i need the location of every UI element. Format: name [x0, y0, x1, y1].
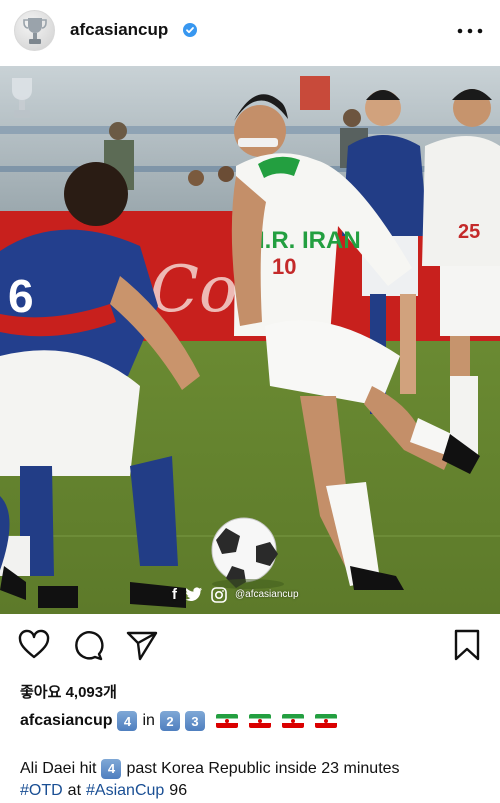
hashtag-asiancup[interactable]: #AsianCup: [86, 780, 164, 802]
player-number: 10: [272, 254, 296, 279]
verified-badge-icon: [183, 23, 197, 37]
caption-body: Ali Daei hit 4 past Korea Republic insid…: [20, 758, 490, 802]
hashtag-otd[interactable]: #OTD: [20, 780, 63, 802]
caption-body-line-1: Ali Daei hit 4 past Korea Republic insid…: [20, 758, 490, 780]
post-header: afcasiancup: [0, 0, 500, 62]
iran-flag-icon: [281, 714, 304, 728]
svg-text:6: 6: [8, 270, 34, 322]
more-dots-icon[interactable]: [456, 24, 484, 38]
keycap-three-emoji: 3: [184, 711, 205, 731]
caption-line1-suffix: past Korea Republic inside 23 minutes: [126, 760, 400, 777]
comment-icon[interactable]: [71, 628, 105, 662]
twitter-icon: [185, 587, 202, 601]
caption-line1-prefix: Ali Daei hit: [20, 760, 97, 777]
iran-flag-icon: [314, 714, 337, 728]
post-photo[interactable]: Coca 25 I.R. IRAN 10 6 f @afcasiancup: [0, 66, 500, 614]
instagram-icon: [211, 586, 227, 603]
caption-body-line-2: #OTD at #AsianCup 96: [20, 780, 490, 802]
facebook-icon: f: [172, 586, 177, 603]
caption-year: 96: [169, 782, 188, 799]
caption-username[interactable]: afcasiancup: [20, 712, 112, 730]
iran-flag-icon: [215, 714, 238, 728]
trophy-icon: [22, 17, 47, 44]
caption-word-in: in: [142, 712, 155, 729]
post-username[interactable]: afcasiancup: [70, 20, 168, 40]
post-actions: [0, 628, 500, 668]
keycap-two-emoji: 2: [159, 711, 180, 731]
heart-icon[interactable]: [17, 628, 51, 662]
watermark-handle: @afcasiancup: [235, 589, 299, 600]
keycap-four-emoji: 4: [101, 759, 122, 779]
photo-watermark: f @afcasiancup: [172, 586, 299, 603]
bookmark-icon[interactable]: [450, 628, 484, 662]
likes-count[interactable]: 좋아요 4,093개: [20, 681, 117, 702]
football-photo: Coca 25 I.R. IRAN 10 6: [0, 66, 500, 614]
keycap-four-emoji: 4: [117, 711, 138, 731]
svg-text:25: 25: [458, 221, 480, 243]
shirt-text: I.R. IRAN: [258, 227, 361, 254]
send-icon[interactable]: [125, 628, 159, 662]
iran-flag-icon: [248, 714, 271, 728]
profile-avatar[interactable]: [14, 10, 55, 51]
caption-first-line: afcasiancup 4 in 2 3: [20, 711, 337, 731]
caption-word-at: at: [67, 782, 82, 799]
